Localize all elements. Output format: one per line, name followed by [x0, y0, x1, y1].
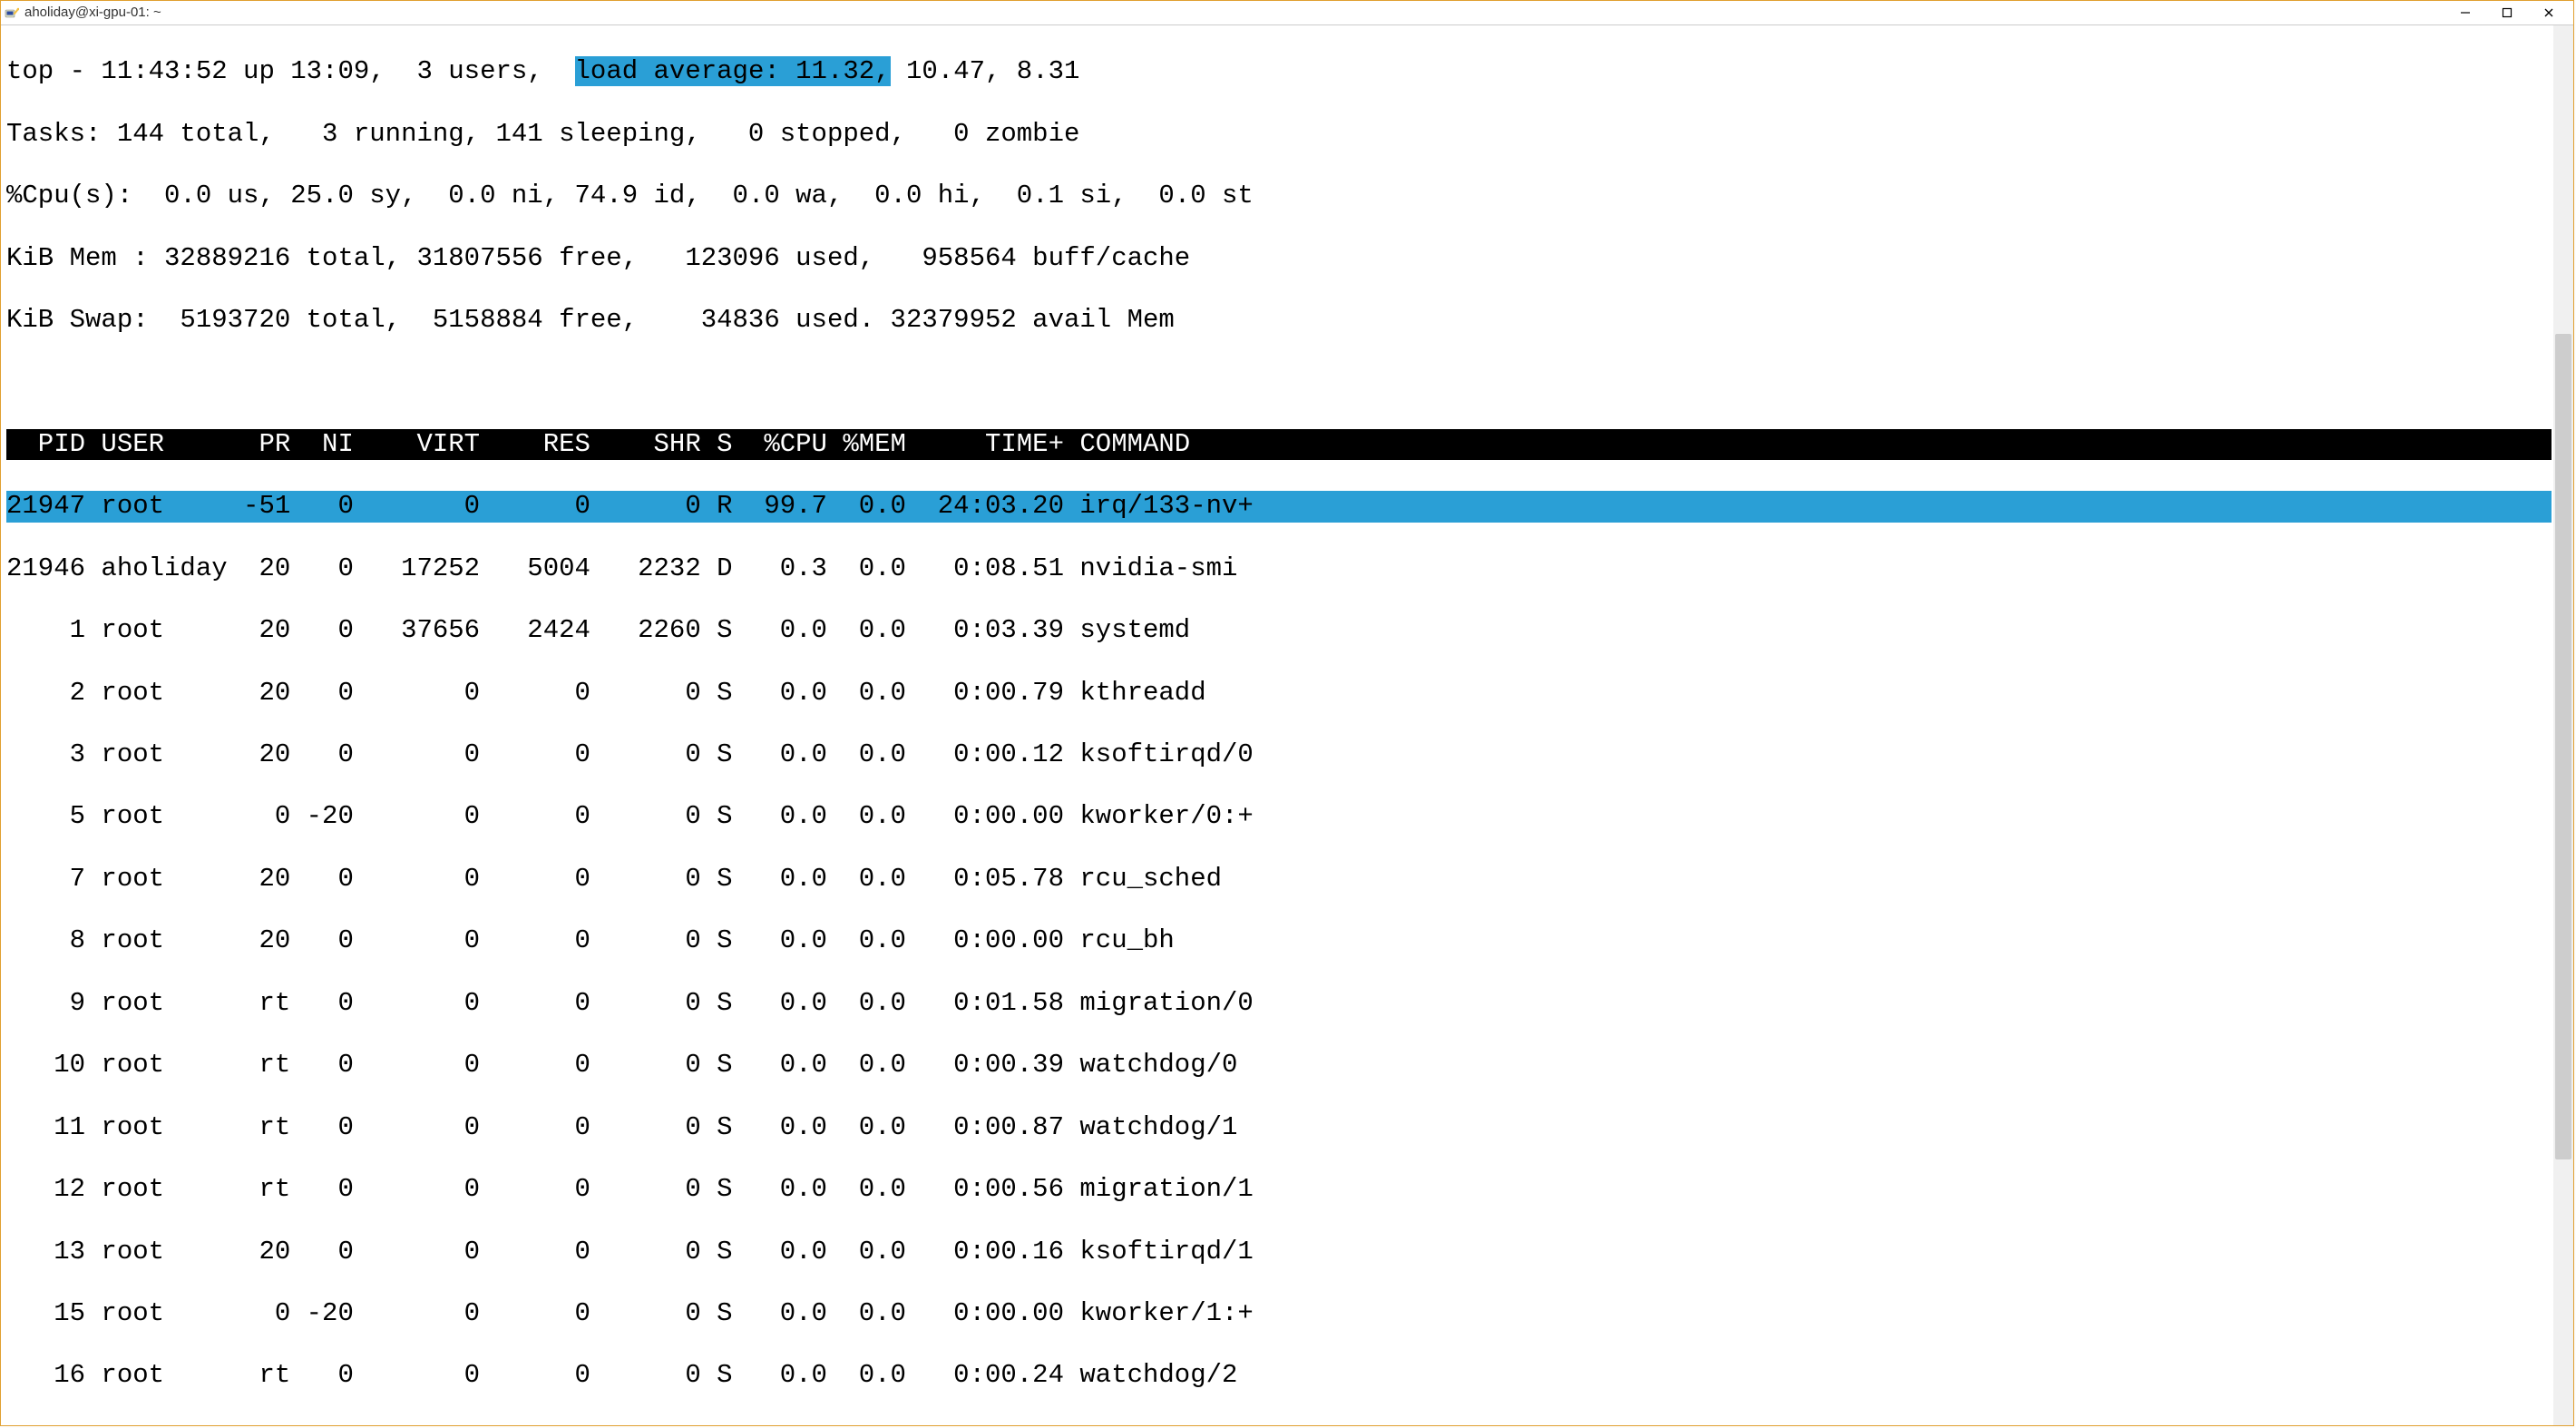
- process-row: 3 root 20 0 0 0 0 S 0.0 0.0 0:00.12 ksof…: [6, 739, 2552, 770]
- top-summary-line2: Tasks: 144 total, 3 running, 141 sleepin…: [6, 119, 2552, 150]
- top-summary-line5: KiB Swap: 5193720 total, 5158884 free, 3…: [6, 305, 2552, 336]
- scrollbar-thumb[interactable]: [2555, 334, 2571, 1159]
- top-summary-line3: %Cpu(s): 0.0 us, 25.0 sy, 0.0 ni, 74.9 i…: [6, 181, 2552, 211]
- top-summary-line4: KiB Mem : 32889216 total, 31807556 free,…: [6, 243, 2552, 274]
- maximize-button[interactable]: [2486, 1, 2528, 24]
- loadavg-highlight: load average: 11.32,: [575, 56, 891, 86]
- top-summary-line1: top - 11:43:52 up 13:09, 3 users, load a…: [6, 56, 2552, 87]
- process-row: 21946 aholiday 20 0 17252 5004 2232 D 0.…: [6, 553, 2552, 584]
- process-table-header: PID USER PR NI VIRT RES SHR S %CPU %MEM …: [6, 429, 2552, 460]
- window-controls: [2444, 1, 2570, 24]
- process-row: 5 root 0 -20 0 0 0 S 0.0 0.0 0:00.00 kwo…: [6, 801, 2552, 832]
- process-row: 10 root rt 0 0 0 0 S 0.0 0.0 0:00.39 wat…: [6, 1050, 2552, 1081]
- close-button[interactable]: [2528, 1, 2570, 24]
- terminal-output[interactable]: top - 11:43:52 up 13:09, 3 users, load a…: [6, 25, 2552, 1423]
- putty-icon: [5, 5, 19, 20]
- process-row: 7 root 20 0 0 0 0 S 0.0 0.0 0:05.78 rcu_…: [6, 864, 2552, 895]
- scrollbar[interactable]: [2553, 25, 2573, 1425]
- process-row: 2 root 20 0 0 0 0 S 0.0 0.0 0:00.79 kthr…: [6, 678, 2552, 709]
- process-row: 11 root rt 0 0 0 0 S 0.0 0.0 0:00.87 wat…: [6, 1112, 2552, 1143]
- process-row: 16 root rt 0 0 0 0 S 0.0 0.0 0:00.24 wat…: [6, 1360, 2552, 1391]
- process-row-selected: 21947 root -51 0 0 0 0 R 99.7 0.0 24:03.…: [6, 491, 2552, 522]
- putty-window: aholiday@xi-gpu-01: ~ top - 11:43:52 up …: [0, 0, 2574, 1426]
- process-row: 13 root 20 0 0 0 0 S 0.0 0.0 0:00.16 kso…: [6, 1237, 2552, 1267]
- process-row: 8 root 20 0 0 0 0 S 0.0 0.0 0:00.00 rcu_…: [6, 925, 2552, 956]
- process-row: 12 root rt 0 0 0 0 S 0.0 0.0 0:00.56 mig…: [6, 1174, 2552, 1205]
- titlebar: aholiday@xi-gpu-01: ~: [1, 1, 2573, 25]
- window-title: aholiday@xi-gpu-01: ~: [24, 5, 2444, 21]
- process-row: 15 root 0 -20 0 0 0 S 0.0 0.0 0:00.00 kw…: [6, 1298, 2552, 1329]
- process-row: 9 root rt 0 0 0 0 S 0.0 0.0 0:01.58 migr…: [6, 988, 2552, 1019]
- blank-line: [6, 367, 2552, 397]
- process-row: 1 root 20 0 37656 2424 2260 S 0.0 0.0 0:…: [6, 615, 2552, 646]
- minimize-button[interactable]: [2444, 1, 2486, 24]
